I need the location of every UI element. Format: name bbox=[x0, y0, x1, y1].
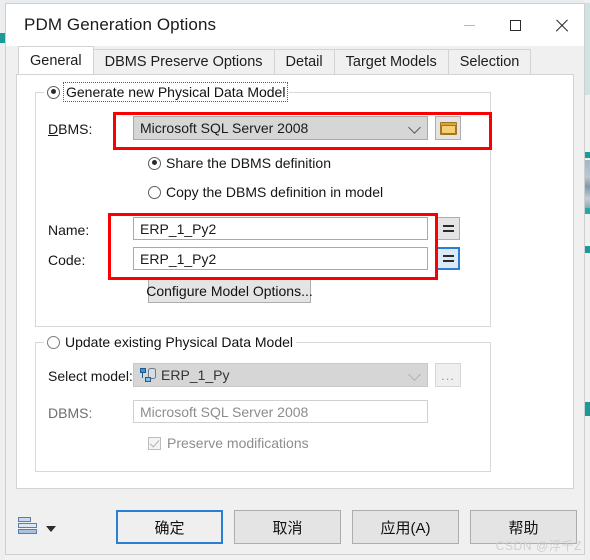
tab-target-models-label: Target Models bbox=[345, 54, 437, 70]
model-icon bbox=[140, 368, 156, 382]
general-tab-panel: Generate new Physical Data Model DBMS: M… bbox=[16, 74, 574, 489]
generate-new-pdm-group: Generate new Physical Data Model DBMS: M… bbox=[35, 82, 491, 327]
select-model-combobox[interactable]: ERP_1_Py bbox=[133, 363, 428, 387]
dbms-value: Microsoft SQL Server 2008 bbox=[140, 120, 309, 136]
select-model-browse-button[interactable]: ... bbox=[435, 363, 461, 387]
tab-target-models[interactable]: Target Models bbox=[333, 49, 449, 74]
update-existing-pdm-label: Update existing Physical Data Model bbox=[65, 334, 294, 350]
select-model-label-text: Select model: bbox=[48, 368, 133, 384]
equals-icon bbox=[442, 255, 454, 262]
configure-model-options-button[interactable]: Configure Model Options... bbox=[146, 279, 313, 303]
name-label: Name: bbox=[48, 222, 89, 238]
minimize-button[interactable] bbox=[446, 4, 492, 46]
help-button-label: 帮助 bbox=[508, 519, 539, 537]
code-label: Code: bbox=[48, 252, 85, 268]
tab-bar: General DBMS Preserve Options Detail Tar… bbox=[6, 46, 584, 74]
maximize-button[interactable] bbox=[492, 4, 538, 46]
maximize-icon bbox=[509, 19, 521, 31]
select-model-value: ERP_1_Py bbox=[161, 367, 230, 383]
code-equals-button[interactable] bbox=[436, 247, 460, 270]
preserve-modifications-checkbox[interactable] bbox=[148, 436, 161, 450]
print-report-icon[interactable] bbox=[18, 517, 37, 536]
update-dbms-value: Microsoft SQL Server 2008 bbox=[140, 403, 309, 420]
name-input[interactable]: ERP_1_Py2 bbox=[133, 217, 428, 240]
share-dbms-definition-radio[interactable] bbox=[148, 156, 161, 170]
share-dbms-definition-option[interactable]: Share the DBMS definition bbox=[148, 155, 331, 171]
minimize-icon bbox=[463, 24, 475, 26]
update-existing-pdm-radio[interactable] bbox=[47, 335, 60, 349]
cancel-button-label: 取消 bbox=[272, 519, 303, 537]
apply-button-label: 应用(A) bbox=[380, 519, 431, 537]
watermark: CSDN @浮千Z bbox=[495, 539, 582, 553]
dbms-combobox[interactable]: Microsoft SQL Server 2008 bbox=[133, 116, 428, 140]
equals-icon bbox=[442, 225, 454, 232]
chevron-down-icon bbox=[408, 121, 421, 134]
tab-detail[interactable]: Detail bbox=[273, 49, 335, 74]
generate-new-pdm-legend[interactable]: Generate new Physical Data Model bbox=[44, 82, 290, 102]
dbms-browse-button[interactable] bbox=[435, 116, 461, 140]
update-existing-pdm-legend[interactable]: Update existing Physical Data Model bbox=[44, 334, 297, 350]
window-title: PDM Generation Options bbox=[24, 15, 217, 34]
code-input[interactable]: ERP_1_Py2 bbox=[133, 247, 428, 270]
tab-selection-label: Selection bbox=[459, 54, 520, 70]
window-controls bbox=[446, 4, 584, 46]
copy-dbms-definition-label: Copy the DBMS definition in model bbox=[166, 184, 384, 200]
ok-button-label: 确定 bbox=[154, 519, 185, 537]
tab-dbms-preserve-options[interactable]: DBMS Preserve Options bbox=[92, 49, 275, 74]
select-model-label: Select model: bbox=[48, 368, 133, 384]
code-label-text: Code: bbox=[48, 252, 86, 268]
close-button[interactable] bbox=[538, 4, 584, 46]
ok-button[interactable]: 确定 bbox=[116, 510, 223, 544]
tab-detail-label: Detail bbox=[285, 54, 323, 70]
configure-model-options-label: Configure Model Options... bbox=[146, 283, 313, 299]
share-dbms-definition-label: Share the DBMS definition bbox=[166, 155, 331, 171]
preserve-modifications-label: Preserve modifications bbox=[167, 435, 309, 451]
tab-dbms-preserve-options-label: DBMS Preserve Options bbox=[104, 54, 263, 70]
tab-general[interactable]: General bbox=[18, 46, 94, 74]
name-value: ERP_1_Py2 bbox=[140, 220, 217, 237]
dbms-label: DBMS: bbox=[48, 121, 93, 137]
name-label-text: Name: bbox=[48, 222, 90, 238]
print-dropdown-chevron-icon[interactable] bbox=[46, 526, 56, 532]
name-equals-button[interactable] bbox=[436, 217, 460, 240]
update-dbms-label: DBMS: bbox=[48, 405, 92, 421]
apply-button[interactable]: 应用(A) bbox=[352, 510, 459, 544]
tab-general-label: General bbox=[30, 52, 82, 69]
generate-new-pdm-radio[interactable] bbox=[47, 85, 60, 99]
generate-new-pdm-label: Generate new Physical Data Model bbox=[62, 82, 289, 102]
copy-dbms-definition-radio[interactable] bbox=[148, 185, 161, 199]
close-icon bbox=[555, 19, 568, 32]
tab-selection[interactable]: Selection bbox=[447, 49, 532, 74]
cancel-button[interactable]: 取消 bbox=[234, 510, 341, 544]
update-dbms-label-text: DBMS: bbox=[48, 405, 93, 421]
title-bar: PDM Generation Options bbox=[6, 4, 584, 46]
chevron-down-icon bbox=[408, 368, 421, 381]
pdm-generation-options-dialog: PDM Generation Options General DBMS Pres… bbox=[5, 3, 585, 555]
update-dbms-input: Microsoft SQL Server 2008 bbox=[133, 400, 428, 423]
preserve-modifications-option[interactable]: Preserve modifications bbox=[148, 435, 309, 451]
copy-dbms-definition-option[interactable]: Copy the DBMS definition in model bbox=[148, 184, 383, 200]
ellipsis-icon: ... bbox=[441, 367, 455, 383]
code-value: ERP_1_Py2 bbox=[140, 250, 217, 267]
folder-icon bbox=[439, 121, 457, 135]
update-existing-pdm-group: Update existing Physical Data Model Sele… bbox=[35, 334, 491, 472]
